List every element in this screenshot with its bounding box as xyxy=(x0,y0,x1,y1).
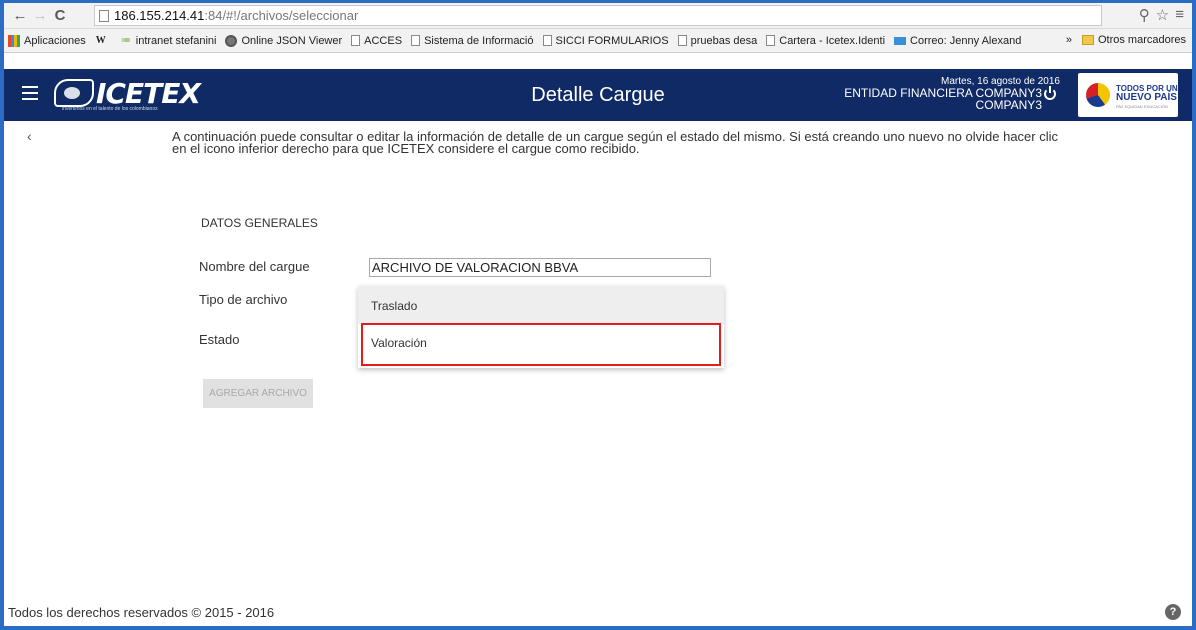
footer-copyright: Todos los derechos reservados © 2015 - 2… xyxy=(8,605,275,620)
option-traslado[interactable]: Traslado xyxy=(358,286,724,324)
page-icon xyxy=(677,35,687,46)
zoom-icon[interactable]: ⚲ xyxy=(1139,6,1150,24)
wikipedia-icon: W xyxy=(95,35,106,46)
apps-grid-icon xyxy=(8,34,20,47)
bookmark-sistema[interactable]: Sistema de Informació xyxy=(411,35,534,47)
url-path: :84/#!/archivos/seleccionar xyxy=(204,8,359,23)
browser-toolbar: ← → C 186.155.214.41:84/#!/archivos/sele… xyxy=(4,3,1192,29)
bookmark-wikipedia[interactable]: W xyxy=(95,35,111,47)
colombia-flag-icon xyxy=(1086,83,1110,107)
reload-icon[interactable]: C xyxy=(50,6,70,26)
status-label: Estado xyxy=(199,332,240,347)
json-viewer-icon xyxy=(225,34,238,47)
intro-text: A continuación puede consultar o editar … xyxy=(172,129,1059,156)
star-icon[interactable]: ☆ xyxy=(1156,6,1169,24)
page-icon xyxy=(766,35,776,46)
more-bookmarks-icon[interactable]: » xyxy=(1066,34,1072,46)
page-icon xyxy=(542,35,552,46)
page-icon xyxy=(99,9,109,22)
bookmarks-bar: Aplicaciones W ≔ intranet stefanini Onlin… xyxy=(4,29,1192,53)
bookmark-json-viewer[interactable]: Online JSON Viewer xyxy=(225,34,342,47)
back-arrow-icon[interactable]: ← xyxy=(10,6,30,26)
forward-arrow-icon[interactable]: → xyxy=(30,6,50,26)
gov-logo: TODOS POR UN NUEVO PAÍS PAZ EQUIDAD EDUC… xyxy=(1078,73,1178,117)
user-name: COMPANY3 xyxy=(975,98,1042,112)
intranet-icon: ≔ xyxy=(120,35,131,46)
bookmark-cartera[interactable]: Cartera - Icetex.Identi xyxy=(766,35,885,47)
power-icon[interactable] xyxy=(1044,86,1056,100)
page-icon xyxy=(411,35,421,46)
add-file-button[interactable]: AGREGAR ARCHIVO xyxy=(203,379,313,408)
url-host: 186.155.214.41 xyxy=(114,8,205,23)
bookmark-pruebas[interactable]: pruebas desa xyxy=(677,35,757,47)
bookmark-sicci[interactable]: SICCI FORMULARIOS xyxy=(542,35,669,47)
name-label: Nombre del cargue xyxy=(199,259,310,274)
chrome-menu-icon[interactable]: ≡ xyxy=(1175,6,1184,24)
address-bar[interactable]: 186.155.214.41:84/#!/archivos/selecciona… xyxy=(94,5,1102,26)
bookmark-correo[interactable]: Correo: Jenny Alexand xyxy=(894,35,1021,47)
mail-icon xyxy=(894,36,907,45)
bookmark-aplicaciones[interactable]: Aplicaciones xyxy=(8,34,86,47)
help-icon[interactable]: ? xyxy=(1165,604,1181,620)
name-input[interactable] xyxy=(369,258,711,277)
chevron-left-icon[interactable]: ‹ xyxy=(27,128,32,144)
other-bookmarks[interactable]: Otros marcadores xyxy=(1081,34,1186,46)
highlight-box xyxy=(361,323,721,366)
user-info: Martes, 16 agosto de 2016 ENTIDAD FINANC… xyxy=(844,76,1060,111)
bookmark-acces[interactable]: ACCES xyxy=(351,35,402,47)
bookmark-intranet[interactable]: ≔ intranet stefanini xyxy=(120,35,217,47)
page-icon xyxy=(351,35,361,46)
app-header: ICETEX invertimos en el talento de los c… xyxy=(4,69,1192,121)
section-title: DATOS GENERALES xyxy=(201,216,318,230)
type-label: Tipo de archivo xyxy=(199,292,288,307)
folder-icon xyxy=(1081,35,1094,45)
